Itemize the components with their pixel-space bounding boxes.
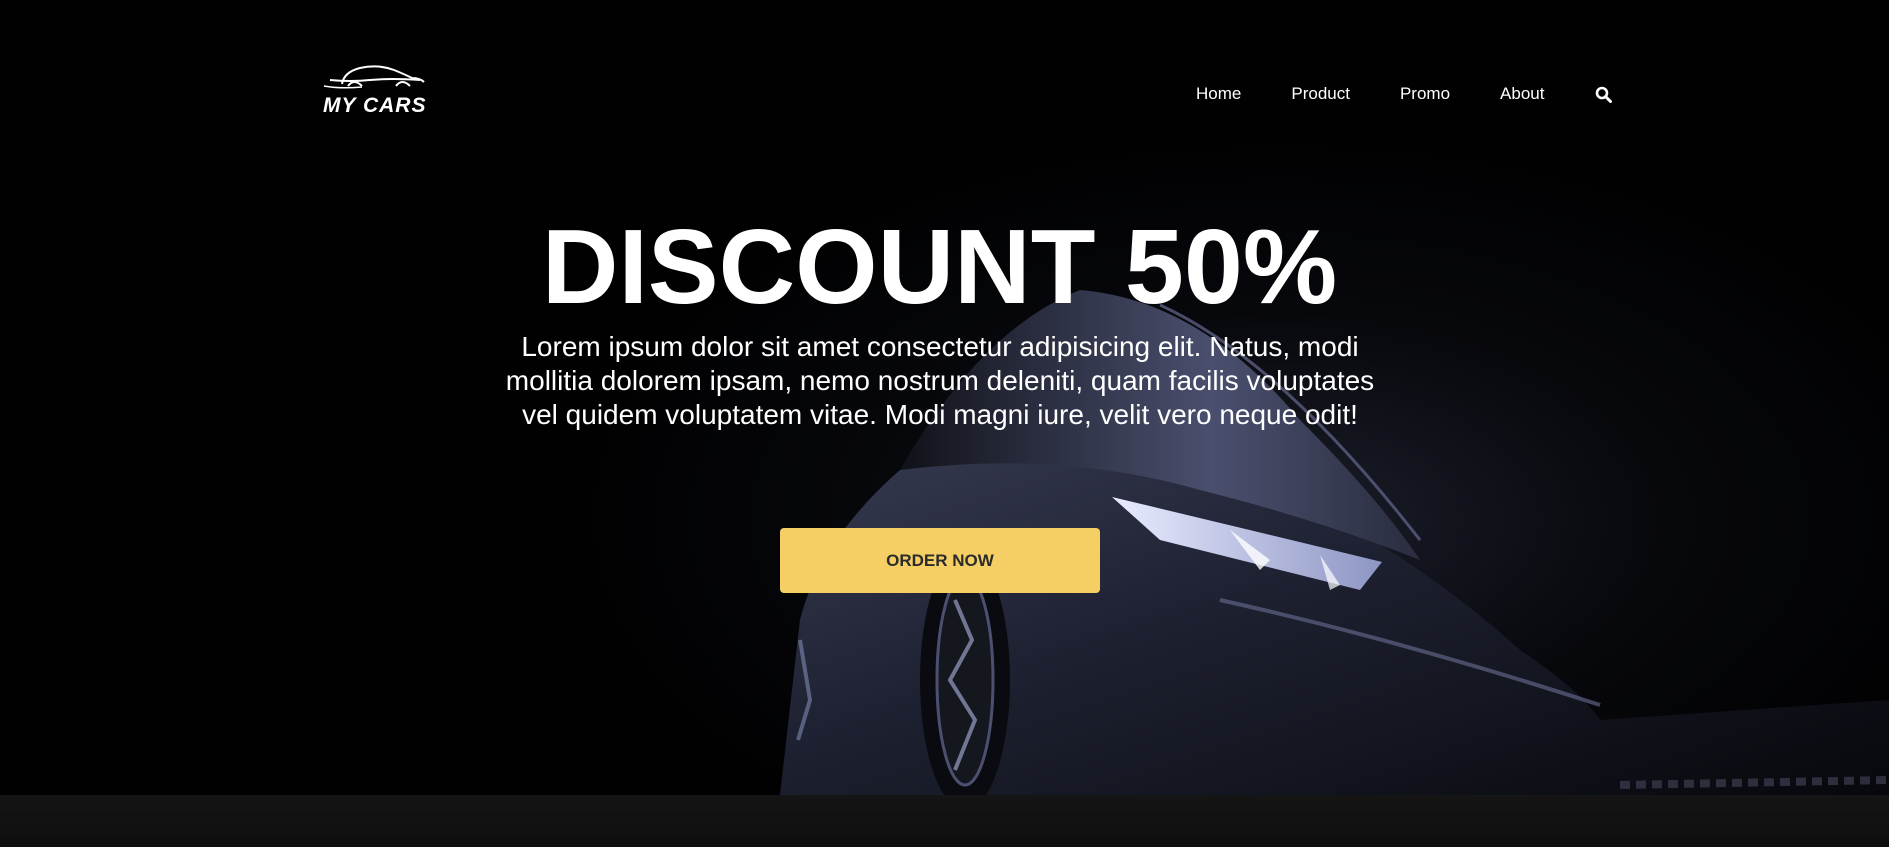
search-icon[interactable] [1594,85,1612,103]
logo[interactable]: MY CARS [320,62,440,122]
nav-link-product[interactable]: Product [1291,84,1350,104]
nav-link-home[interactable]: Home [1196,84,1241,104]
nav-link-promo[interactable]: Promo [1400,84,1450,104]
logo-text: MY CARS [323,94,427,117]
nav-link-about[interactable]: About [1500,84,1544,104]
main-nav: Home Product Promo About [1196,82,1612,106]
page: MY CARS Home Product Promo About DISCOUN… [0,0,1889,847]
car-outline-icon [323,65,425,89]
section-divider-band [0,795,1889,847]
hero-title: DISCOUNT 50% [541,208,1338,326]
hero-description: Lorem ipsum dolor sit amet consectetur a… [505,331,1375,430]
order-now-button[interactable]: ORDER NOW [780,528,1100,593]
